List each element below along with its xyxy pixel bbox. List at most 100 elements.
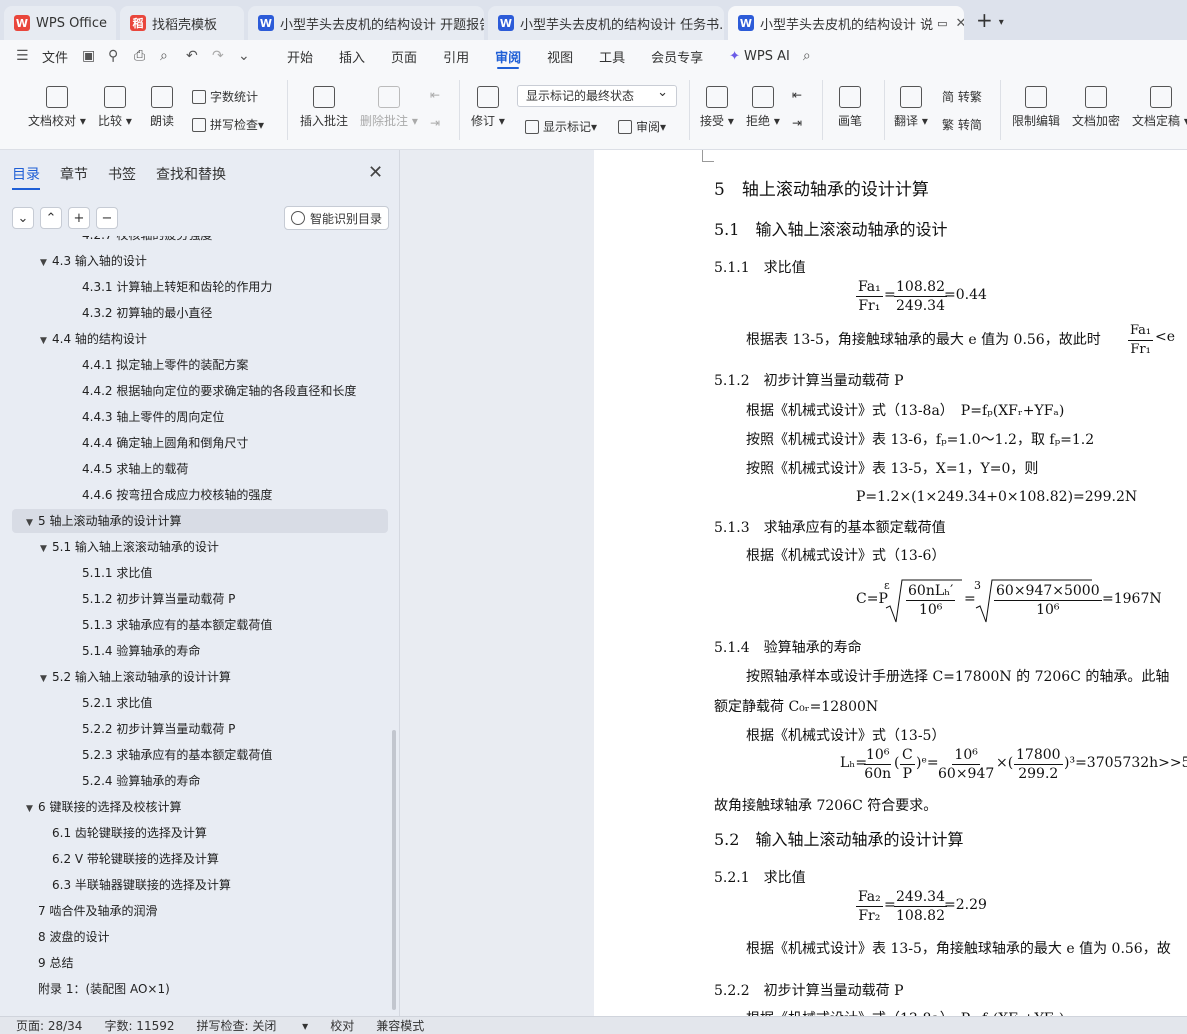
toc-item[interactable]: 5.2.2 初步计算当量动载荷 P <box>12 717 388 741</box>
toc-scrollbar[interactable] <box>392 730 396 1010</box>
new-tab-icon[interactable]: + <box>976 8 993 32</box>
chevron-down-icon[interactable]: ▾ <box>999 17 1004 28</box>
collapse-arrow-icon[interactable]: ▼ <box>40 251 52 275</box>
toc-item[interactable]: 5.1.2 初步计算当量动载荷 P <box>12 587 388 611</box>
toc-item[interactable]: 6.2 V 带轮键联接的选择及计算 <box>12 847 388 871</box>
toc-item[interactable]: 4.3.1 计算轴上转矩和齿轮的作用力 <box>12 275 388 299</box>
spell-check-status[interactable]: 拼写检查: 关闭 ▾ <box>197 1017 309 1034</box>
add-icon[interactable]: + <box>68 207 90 229</box>
tab-toc[interactable]: 目录 <box>12 164 40 190</box>
toc-item[interactable]: 5.1.3 求轴承应有的基本额定载荷值 <box>12 613 388 637</box>
toc-item[interactable]: 6.1 齿轮键联接的选择及计算 <box>12 821 388 845</box>
redo-icon[interactable]: ↷ <box>212 48 228 64</box>
prev-change-icon[interactable]: ⇤ <box>792 88 802 102</box>
toc-item[interactable]: 4.4.3 轴上零件的周向定位 <box>12 405 388 429</box>
toc-item[interactable]: 4.3.2 初算轴的最小直径 <box>12 301 388 325</box>
word-count-indicator[interactable]: 字数: 11592 <box>104 1017 174 1034</box>
toc-item[interactable]: 5.2.3 求轴承应有的基本额定载荷值 <box>12 743 388 767</box>
tab-page[interactable]: 页面 <box>391 40 417 72</box>
spell-check-button[interactable]: 拼写检查 ▾ <box>192 116 264 133</box>
finalize-doc-button[interactable]: 文档定稿 ▾ <box>1132 86 1187 129</box>
toc-item[interactable]: 4.4.6 按弯扭合成应力校核轴的强度 <box>12 483 388 507</box>
to-simplified-button[interactable]: 繁 转简 <box>942 116 982 133</box>
toc-item[interactable]: 5.1.1 求比值 <box>12 561 388 585</box>
smart-toc-button[interactable]: 智能识别目录 <box>284 206 390 230</box>
toc-item[interactable]: ▼ 4.4 轴的结构设计 <box>12 327 388 351</box>
remove-icon[interactable]: − <box>96 207 118 229</box>
tab-docer-templates[interactable]: 稻找稻壳模板 <box>120 6 244 40</box>
tab-doc-proposal[interactable]: W 小型芋头去皮机的结构设计 开题报告. <box>248 6 484 40</box>
search-icon[interactable]: ⌕ <box>803 48 819 64</box>
hamburger-icon[interactable]: ☰ <box>16 48 32 64</box>
tab-bookmarks[interactable]: 书签 <box>108 164 136 184</box>
tab-chapters[interactable]: 章节 <box>60 164 88 184</box>
to-traditional-button[interactable]: 简 转繁 <box>942 88 982 105</box>
tab-wps-office[interactable]: W WPS Office <box>4 6 116 40</box>
toc-item[interactable]: ▼ 4.3 输入轴的设计 <box>12 249 388 273</box>
document-page[interactable]: 5 轴上滚动轴承的设计计算 5.1 输入轴上滚滚动轴承的设计 5.1.1 求比值… <box>594 150 1187 1016</box>
collapse-up-icon[interactable]: ⌃ <box>40 207 62 229</box>
next-comment-icon[interactable]: ⇥ <box>430 116 440 130</box>
print-preview-icon[interactable]: ⌕ <box>160 48 176 64</box>
tab-find-replace[interactable]: 查找和替换 <box>156 164 226 184</box>
toc-item[interactable]: ▼ 5.2 输入轴上滚动轴承的设计计算 <box>12 665 388 689</box>
restrict-edit-button[interactable]: 限制编辑 <box>1012 86 1060 129</box>
page-indicator[interactable]: 页面: 28/34 <box>16 1017 82 1034</box>
collapse-arrow-icon[interactable]: ▼ <box>26 797 38 821</box>
toc-item[interactable]: 附录 1：(装配图 AO×1) <box>12 977 388 1001</box>
translate-button[interactable]: 翻译 ▾ <box>894 86 928 129</box>
show-markup-button[interactable]: 显示标记 ▾ <box>525 118 597 135</box>
collapse-arrow-icon[interactable]: ▼ <box>40 667 52 691</box>
toc-item[interactable]: 6.3 半联轴器键联接的选择及计算 <box>12 873 388 897</box>
tab-member[interactable]: 会员专享 <box>651 40 703 72</box>
toc-item[interactable]: 7 啮合件及轴承的润滑 <box>12 899 388 923</box>
toc-item[interactable]: 5.1.4 验算轴承的寿命 <box>12 639 388 663</box>
encrypt-doc-button[interactable]: 文档加密 <box>1072 86 1120 129</box>
file-menu[interactable]: 文件 <box>42 47 68 66</box>
compat-mode-status[interactable]: 兼容模式 <box>376 1017 424 1034</box>
word-count-button[interactable]: 字数统计 <box>192 88 258 105</box>
reject-button[interactable]: 拒绝 ▾ <box>746 86 780 129</box>
tab-doc-task[interactable]: W 小型芋头去皮机的结构设计 任务书.dc <box>488 6 724 40</box>
next-change-icon[interactable]: ⇥ <box>792 116 802 130</box>
collapse-arrow-icon[interactable]: ▼ <box>40 537 52 561</box>
tab-view[interactable]: 视图 <box>547 40 573 72</box>
print-icon[interactable]: ⎙ <box>134 48 150 64</box>
track-changes-button[interactable]: 修订 ▾ <box>471 86 505 129</box>
expand-down-icon[interactable]: ⌄ <box>12 207 34 229</box>
close-icon[interactable]: ✕ <box>368 162 383 183</box>
wps-ai-button[interactable]: ✦ WPS AI <box>729 40 790 72</box>
compare-button[interactable]: 比较 ▾ <box>98 86 132 129</box>
proofread-status[interactable]: 校对 <box>330 1017 354 1034</box>
markup-state-select[interactable]: 显示标记的最终状态 <box>517 83 677 107</box>
tab-doc-current[interactable]: W 小型芋头去皮机的结构设计 说 ▭ ✕ <box>728 6 964 40</box>
toc-item[interactable]: 5.2.4 验算轴承的寿命 <box>12 769 388 793</box>
chevron-down-icon[interactable]: ⌄ <box>238 48 254 64</box>
collapse-arrow-icon[interactable]: ▼ <box>40 329 52 353</box>
toc-item[interactable]: 4.4.4 确定轴上圆角和倒角尺寸 <box>12 431 388 455</box>
toc-item[interactable]: ▼ 5.1 输入轴上滚滚动轴承的设计 <box>12 535 388 559</box>
delete-comment-button[interactable]: 删除批注 ▾ <box>360 86 418 129</box>
toc-item[interactable]: 9 总结 <box>12 951 388 975</box>
toc-item[interactable]: 4.2.7 校核轴的疲劳强度 <box>12 236 388 247</box>
prev-comment-icon[interactable]: ⇤ <box>430 88 440 102</box>
pen-button[interactable]: 画笔 <box>838 86 862 129</box>
tab-home[interactable]: 开始 <box>287 40 313 72</box>
tab-tools[interactable]: 工具 <box>599 40 625 72</box>
toc-item[interactable]: ▼ 6 键联接的选择及校核计算 <box>12 795 388 819</box>
toc-item[interactable]: 5.2.1 求比值 <box>12 691 388 715</box>
read-aloud-button[interactable]: 朗读 <box>150 86 174 129</box>
toc-item[interactable]: ▼ 5 轴上滚动轴承的设计计算 <box>12 509 388 533</box>
collapse-arrow-icon[interactable]: ▼ <box>26 511 38 535</box>
link-icon[interactable]: ⚲ <box>108 48 124 64</box>
insert-comment-button[interactable]: 插入批注 <box>300 86 348 129</box>
toc-item[interactable]: 4.4.5 求轴上的载荷 <box>12 457 388 481</box>
toc-item[interactable]: 4.4.1 拟定轴上零件的装配方案 <box>12 353 388 377</box>
tab-references[interactable]: 引用 <box>443 40 469 72</box>
toc-item[interactable]: 4.4.2 根据轴向定位的要求确定轴的各段直径和长度 <box>12 379 388 403</box>
close-tab-icon[interactable]: ✕ <box>956 16 964 31</box>
screen-icon[interactable]: ▭ <box>937 17 947 30</box>
toc-item[interactable]: 8 波盘的设计 <box>12 925 388 949</box>
review-pane-button[interactable]: 审阅 ▾ <box>618 118 666 135</box>
tab-review[interactable]: 审阅 <box>495 40 521 72</box>
